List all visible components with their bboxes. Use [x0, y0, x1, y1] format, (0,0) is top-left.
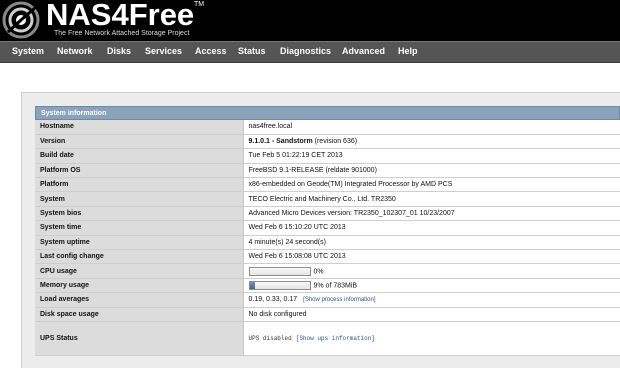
load-averages-cell: 0.19, 0.33, 0.17 [Show process informatio… — [243, 292, 620, 308]
memory-usage-cell: 9% of 783MiB — [243, 278, 620, 294]
last-config-change-value: Wed Feb 6 15:08:08 UTC 2013 — [243, 249, 620, 265]
main-nav: System Network Disks Services Access Sta… — [0, 41, 620, 63]
system-uptime-label: System uptime — [35, 235, 244, 251]
logo-tagline: The Free Network Attached Storage Projec… — [54, 30, 190, 37]
memory-usage-label: Memory usage — [35, 278, 244, 294]
show-process-information-link[interactable]: [Show process information] — [303, 297, 375, 303]
row-system-time: System time Wed Feb 6 15:10:20 UTC 2013 — [35, 220, 620, 236]
system-bios-value: Advanced Micro Devices version: TR2350_1… — [243, 206, 620, 222]
version-revision: (revision 636) — [312, 138, 358, 146]
nas4free-logo-icon — [2, 1, 40, 39]
system-value: TECO Electric and Machinery Co., Ltd. TR… — [243, 191, 620, 207]
row-cpu-usage: CPU usage 0% — [35, 263, 620, 279]
nav-services[interactable]: Services — [145, 46, 182, 56]
row-platform-os: Platform OS FreeBSD 9.1-RELEASE (reldate… — [35, 163, 620, 179]
system-label: System — [35, 191, 244, 207]
row-memory-usage: Memory usage 9% of 783MiB — [35, 278, 620, 294]
nav-access[interactable]: Access — [195, 46, 227, 56]
ups-status-label: UPS Status — [35, 321, 244, 356]
system-time-value: Wed Feb 6 15:10:20 UTC 2013 — [243, 220, 620, 236]
row-hostname: Hostname nas4free.local — [35, 120, 620, 135]
row-ups-status: UPS Status UPS disabled [Show ups informa… — [35, 321, 620, 356]
build-date-value: Tue Feb 5 01:22:19 CET 2013 — [243, 148, 620, 164]
platform-os-label: Platform OS — [35, 163, 244, 179]
panel-title: System information — [35, 106, 620, 120]
platform-value: x86-embedded on Geode(TM) Integrated Pro… — [243, 177, 620, 193]
cpu-usage-value: 0% — [313, 267, 324, 275]
hostname-label: Hostname — [35, 120, 244, 135]
nav-diagnostics[interactable]: Diagnostics — [280, 46, 331, 56]
cpu-usage-label: CPU usage — [35, 263, 244, 279]
system-bios-label: System bios — [35, 206, 244, 222]
system-time-label: System time — [35, 220, 244, 236]
row-disk-space-usage: Disk space usage No disk configured — [35, 307, 620, 322]
cpu-usage-bar — [248, 266, 311, 276]
last-config-change-label: Last config change — [35, 249, 244, 265]
row-version: Version 9.1.0.1 - Sandstorm (revision 63… — [35, 134, 620, 150]
row-platform: Platform x86-embedded on Geode(TM) Integ… — [35, 177, 620, 193]
platform-os-value: FreeBSD 9.1-RELEASE (reldate 901000) — [243, 163, 620, 179]
system-information-table: Hostname nas4free.local Version 9.1.0.1 … — [35, 120, 620, 356]
memory-usage-value: 9% of 783MiB — [313, 282, 358, 290]
row-last-config-change: Last config change Wed Feb 6 15:08:08 UT… — [35, 249, 620, 265]
ups-status-value: UPS disabled — [248, 334, 292, 342]
system-uptime-value: 4 minute(s) 24 second(s) — [243, 235, 620, 251]
cpu-usage-cell: 0% — [243, 263, 620, 279]
load-averages-value: 0.19, 0.33, 0.17 — [248, 296, 298, 304]
version-label: Version — [35, 134, 244, 150]
disk-space-usage-value: No disk configured — [243, 307, 620, 322]
nav-advanced[interactable]: Advanced — [342, 46, 385, 56]
logo-wordmark: NAS4Free — [46, 0, 195, 32]
row-system-uptime: System uptime 4 minute(s) 24 second(s) — [35, 235, 620, 251]
version-name: 9.1.0.1 - Sandstorm — [248, 138, 313, 146]
header: NAS4Free TM The Free Network Attached St… — [0, 0, 620, 41]
memory-usage-bar — [248, 280, 311, 290]
nav-help[interactable]: Help — [398, 46, 418, 56]
logo-trademark: TM — [194, 1, 205, 8]
ups-status-cell: UPS disabled [Show ups information] — [243, 321, 620, 356]
nav-status[interactable]: Status — [238, 46, 266, 56]
version-value: 9.1.0.1 - Sandstorm (revision 636) — [243, 134, 620, 150]
row-load-averages: Load averages 0.19, 0.33, 0.17 [Show proc… — [35, 292, 620, 308]
system-information-panel: System information Hostname nas4free.loc… — [35, 106, 620, 356]
show-ups-information-link[interactable]: [Show ups information] — [296, 335, 375, 342]
memory-usage-bar-fill — [249, 281, 255, 289]
build-date-label: Build date — [35, 148, 244, 164]
row-system-bios: System bios Advanced Micro Devices versi… — [35, 206, 620, 222]
nav-disks[interactable]: Disks — [107, 46, 131, 56]
load-averages-label: Load averages — [35, 292, 244, 308]
nav-network[interactable]: Network — [57, 46, 93, 56]
row-system: System TECO Electric and Machinery Co., … — [35, 191, 620, 207]
nav-system[interactable]: System — [12, 46, 44, 56]
hostname-value: nas4free.local — [243, 120, 620, 135]
platform-label: Platform — [35, 177, 244, 193]
disk-space-usage-label: Disk space usage — [35, 307, 244, 322]
row-build-date: Build date Tue Feb 5 01:22:19 CET 2013 — [35, 148, 620, 164]
